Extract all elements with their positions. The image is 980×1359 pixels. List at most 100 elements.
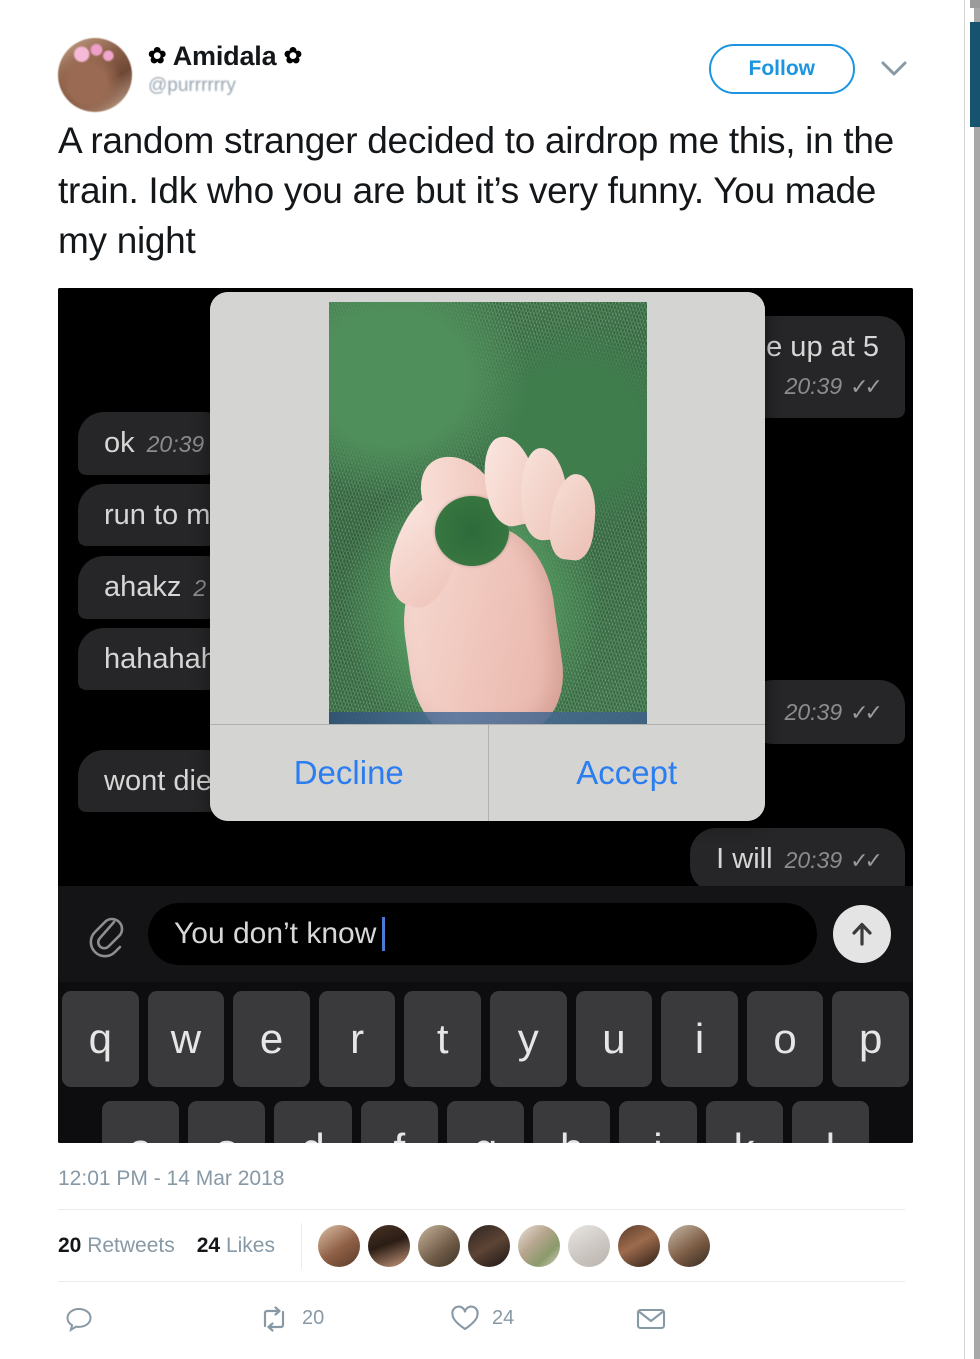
- avatar[interactable]: [58, 38, 132, 112]
- tweet-text: A random stranger decided to airdrop me …: [58, 120, 894, 261]
- author-block: ✿ Amidala ✿ @purrrrrry: [148, 38, 709, 99]
- message-time: 2: [193, 575, 207, 601]
- liker-avatar[interactable]: [617, 1224, 660, 1267]
- retweets-stat[interactable]: 20 Retweets: [58, 1234, 175, 1258]
- display-name[interactable]: ✿ Amidala ✿: [148, 40, 709, 72]
- retweets-count: 20: [58, 1233, 82, 1257]
- flower-decoration-left-icon: ✿: [148, 43, 167, 68]
- key-r[interactable]: r: [318, 991, 396, 1087]
- scrollbar-edge: [974, 0, 980, 1359]
- like-button[interactable]: 24: [450, 1305, 590, 1333]
- likes-stat[interactable]: 24 Likes: [197, 1234, 275, 1258]
- retweet-button[interactable]: 20: [258, 1305, 398, 1332]
- scrollbar-up-cap[interactable]: [970, 0, 980, 8]
- message-text: run to m: [104, 499, 211, 531]
- keyboard-row-2: a s d f g h j k l: [62, 1101, 909, 1143]
- retweets-label: Retweets: [87, 1233, 175, 1257]
- tweet-action-bar: 20 24: [58, 1281, 905, 1355]
- message-time: 20:39: [146, 431, 205, 457]
- page-root: ✿ Amidala ✿ @purrrrrry Follow A random s…: [0, 0, 980, 1359]
- key-u[interactable]: u: [575, 991, 653, 1087]
- tweet-card: ✿ Amidala ✿ @purrrrrry Follow A random s…: [0, 0, 963, 1355]
- like-count: 24: [492, 1307, 515, 1329]
- onscreen-keyboard: q w e r t y u i o p a s d: [58, 982, 913, 1143]
- keyboard-row-1: q w e r t y u i o p: [62, 991, 909, 1087]
- key-l[interactable]: l: [791, 1101, 869, 1143]
- reply-button[interactable]: [64, 1304, 204, 1334]
- message-bubble: I will 20:39 ✓✓: [690, 828, 905, 892]
- text-cursor: [382, 917, 386, 951]
- read-receipt-icon: ✓✓: [850, 700, 883, 725]
- liker-avatar[interactable]: [317, 1224, 360, 1267]
- key-f[interactable]: f: [360, 1101, 438, 1143]
- scrollbar-thumb[interactable]: [970, 22, 980, 127]
- key-j[interactable]: j: [619, 1101, 697, 1143]
- divider: [300, 1222, 302, 1269]
- message-text: ahakz: [104, 571, 182, 603]
- key-a[interactable]: a: [102, 1101, 180, 1143]
- message-text: I will: [716, 843, 773, 875]
- key-p[interactable]: p: [832, 991, 909, 1087]
- read-receipt-icon: ✓✓: [850, 848, 883, 873]
- tweet-header: ✿ Amidala ✿ @purrrrrry Follow: [0, 0, 963, 112]
- key-i[interactable]: i: [661, 991, 738, 1087]
- flower-decoration-right-icon: ✿: [283, 43, 303, 68]
- likes-count: 24: [196, 1233, 221, 1257]
- retweet-count: 20: [302, 1307, 325, 1329]
- read-receipt-icon: ✓✓: [850, 374, 883, 399]
- message-time: 20:39: [784, 373, 843, 399]
- message-bubble: 20:39 ✓✓: [746, 680, 905, 744]
- message-bubble: ok 20:39: [78, 412, 231, 475]
- display-name-text: Amidala: [172, 41, 277, 71]
- liker-avatar[interactable]: [467, 1224, 510, 1267]
- decline-button[interactable]: Decline: [210, 725, 488, 821]
- message-text: hahahah: [104, 643, 217, 675]
- message-time: 20:39: [784, 847, 843, 873]
- envelope-icon: [636, 1308, 666, 1329]
- key-h[interactable]: h: [533, 1101, 611, 1143]
- key-s[interactable]: s: [188, 1101, 266, 1143]
- hand-ok-gesture-illustration: [378, 430, 616, 724]
- liker-avatar[interactable]: [367, 1224, 410, 1267]
- airdrop-preview: [210, 292, 765, 724]
- liker-avatar[interactable]: [567, 1224, 610, 1267]
- chevron-down-icon[interactable]: [877, 52, 911, 86]
- key-g[interactable]: g: [446, 1101, 525, 1143]
- paperclip-icon[interactable]: [80, 904, 132, 964]
- tweet-media-image[interactable]: e up at 5 20:39 ✓✓ ok 20:39 run to m ahakz…: [58, 288, 913, 1143]
- follow-button[interactable]: Follow: [708, 44, 855, 94]
- page-scrollbar[interactable]: [964, 0, 980, 1359]
- key-k[interactable]: k: [705, 1101, 783, 1143]
- author-handle[interactable]: @purrrrrry: [148, 73, 709, 99]
- message-input[interactable]: You don’t know: [148, 903, 817, 965]
- airdrop-buttons: Decline Accept: [210, 724, 765, 821]
- likes-label: Likes: [225, 1233, 275, 1257]
- message-time: 20:39: [784, 699, 843, 725]
- tweet-timestamp[interactable]: 12:01 PM - 14 Mar 2018: [0, 1143, 963, 1193]
- scrollbar-track[interactable]: [965, 0, 980, 1359]
- key-e[interactable]: e: [233, 991, 310, 1087]
- reply-icon: [66, 1307, 92, 1332]
- key-o[interactable]: o: [746, 991, 824, 1087]
- accept-button[interactable]: Accept: [487, 725, 765, 821]
- retweet-icon: [263, 1305, 285, 1332]
- message-text: ok: [104, 427, 135, 459]
- send-button[interactable]: [833, 905, 891, 963]
- message-composer: You don’t know: [58, 886, 913, 982]
- key-t[interactable]: t: [404, 991, 481, 1087]
- liker-avatar[interactable]: [667, 1224, 710, 1267]
- airdrop-photo-hand-ok-gesture: [328, 302, 647, 724]
- message-list: e up at 5 20:39 ✓✓ ok 20:39 run to m ahakz…: [58, 288, 913, 892]
- liker-avatar[interactable]: [517, 1224, 560, 1267]
- tweet-stats: 20 Retweets 24 Likes: [58, 1209, 905, 1281]
- liker-avatar[interactable]: [417, 1224, 460, 1267]
- imessage-screenshot: e up at 5 20:39 ✓✓ ok 20:39 run to m ahakz…: [58, 288, 913, 1143]
- header-actions: Follow: [708, 38, 912, 94]
- direct-message-button[interactable]: [636, 1307, 776, 1331]
- key-d[interactable]: d: [274, 1101, 352, 1143]
- key-q[interactable]: q: [62, 991, 139, 1087]
- key-y[interactable]: y: [490, 991, 567, 1087]
- key-w[interactable]: w: [147, 991, 225, 1087]
- message-text: wont die: [104, 765, 213, 797]
- airdrop-dialog: Decline Accept: [210, 292, 765, 821]
